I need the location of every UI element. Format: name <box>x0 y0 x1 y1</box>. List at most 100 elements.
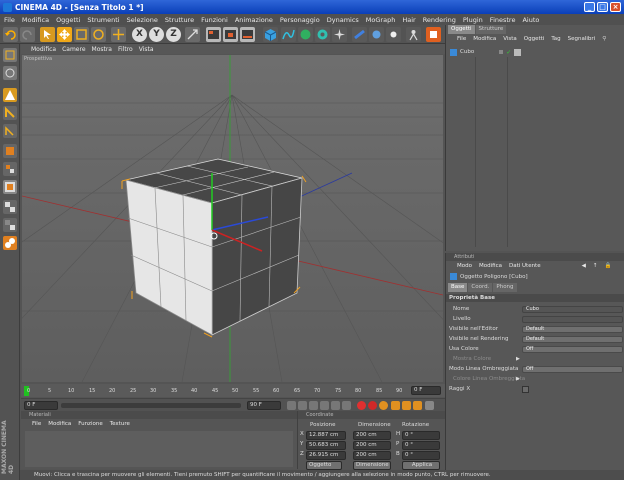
tab-phong[interactable]: Phong <box>493 283 517 292</box>
size-mode-dropdown[interactable]: Dimensione <box>353 461 391 470</box>
make-editable-icon[interactable] <box>3 48 17 62</box>
array-icon[interactable] <box>315 27 330 42</box>
spline-pen-icon[interactable] <box>281 27 296 42</box>
deformer-icon[interactable] <box>332 27 347 42</box>
materials-menu-modifica[interactable]: Modifica <box>48 421 71 427</box>
render-region-icon[interactable] <box>223 27 238 42</box>
texture-mode-icon[interactable] <box>3 124 17 138</box>
objects-menu-segnalibri[interactable]: Segnalibri <box>568 36 596 42</box>
viewport-menu-filtro[interactable]: Filtro <box>118 46 133 53</box>
materials-menu-funzione[interactable]: Funzione <box>78 421 102 427</box>
cube-primitive-icon[interactable] <box>263 27 278 42</box>
phong-tag-icon[interactable] <box>514 48 522 56</box>
rotate-tool-icon[interactable] <box>91 27 106 42</box>
close-button[interactable]: × <box>610 2 621 12</box>
objects-menu-oggetti[interactable]: Oggetti <box>524 36 545 42</box>
objects-menu-vista[interactable]: Vista <box>503 36 517 42</box>
menu-selezione[interactable]: Selezione <box>127 16 158 24</box>
frame-range-slider[interactable] <box>61 403 241 408</box>
minimize-button[interactable]: _ <box>584 2 595 12</box>
camera-icon[interactable] <box>369 27 384 42</box>
transform-tool-icon[interactable] <box>111 27 126 42</box>
record-icon[interactable] <box>357 401 366 410</box>
enabled-check-icon[interactable]: ✓ <box>506 49 511 55</box>
objects-menu-file[interactable]: File <box>457 36 466 42</box>
position-x-field[interactable]: 12.887 cm <box>306 431 346 440</box>
hair-icon[interactable] <box>426 27 441 42</box>
name-field[interactable]: Cubo <box>522 306 623 313</box>
materials-menu-texture[interactable]: Texture <box>110 421 130 427</box>
menu-file[interactable]: File <box>4 16 15 24</box>
use-color-dropdown[interactable]: Off <box>522 346 623 353</box>
rotation-b-field[interactable]: 0 ° <box>402 451 440 460</box>
y-axis-toggle[interactable]: Y <box>149 27 164 42</box>
menu-aiuto[interactable]: Aiuto <box>522 16 539 24</box>
tab-coord[interactable]: Coord. <box>468 283 493 292</box>
redo-icon[interactable] <box>20 27 35 42</box>
object-list-item[interactable]: Cubo ✓ <box>450 47 622 57</box>
layer-field[interactable] <box>522 316 623 323</box>
scene-icon[interactable] <box>352 27 367 42</box>
rotation-h-field[interactable]: 0 ° <box>402 431 440 440</box>
points-mode-icon[interactable] <box>3 162 17 176</box>
objects-menu-tag[interactable]: Tag <box>551 36 560 42</box>
render-view-icon[interactable] <box>206 27 221 42</box>
menu-hair[interactable]: Hair <box>402 16 415 24</box>
position-z-field[interactable]: 26.915 cm <box>306 451 346 460</box>
editor-visibility-dropdown[interactable]: Default <box>522 326 623 333</box>
render-visibility-dropdown[interactable]: Default <box>522 336 623 343</box>
use-model-tool-icon[interactable] <box>3 66 17 80</box>
apply-button[interactable]: Applica <box>402 461 440 470</box>
menu-dynamics[interactable]: Dynamics <box>327 16 359 24</box>
objects-menu-modifica[interactable]: Modifica <box>473 36 496 42</box>
character-icon[interactable] <box>406 27 421 42</box>
materials-menu-file[interactable]: File <box>32 421 41 427</box>
texture-axis-icon[interactable] <box>3 144 17 158</box>
start-frame-field[interactable]: 0 F <box>24 401 58 410</box>
size-y-field[interactable]: 200 cm <box>353 441 391 450</box>
model-mode-icon[interactable] <box>3 88 17 102</box>
expand-arrow-icon[interactable]: ▶ <box>516 375 520 384</box>
size-z-field[interactable]: 200 cm <box>353 451 391 460</box>
shaded-line-mode-dropdown[interactable]: Off <box>522 366 623 373</box>
tab-oggetti[interactable]: Oggetti <box>448 25 475 34</box>
viewport-menu-mostra[interactable]: Mostra <box>92 46 112 53</box>
menu-personaggio[interactable]: Personaggio <box>280 16 320 24</box>
maximize-button[interactable]: □ <box>597 2 608 12</box>
goto-end-icon[interactable] <box>342 401 351 410</box>
object-name[interactable]: Cubo <box>460 49 474 55</box>
snap-icon[interactable] <box>3 236 17 250</box>
z-axis-toggle[interactable]: Z <box>166 27 181 42</box>
rotation-p-field[interactable]: 0 ° <box>402 441 440 450</box>
menu-plugin[interactable]: Plugin <box>463 16 483 24</box>
timeline-ruler[interactable]: 0 5 10 15 20 25 30 35 40 45 50 55 60 65 … <box>21 384 445 397</box>
attributes-menu-dati-utente[interactable]: Dati Utente <box>509 263 541 269</box>
search-icon[interactable]: ⚲ <box>602 36 606 42</box>
menu-strutture[interactable]: Strutture <box>165 16 194 24</box>
play-forward-icon[interactable] <box>320 401 329 410</box>
menu-animazione[interactable]: Animazione <box>235 16 273 24</box>
menu-mograph[interactable]: MoGraph <box>366 16 396 24</box>
workplane-icon[interactable] <box>3 218 17 232</box>
edges-mode-icon[interactable] <box>3 180 17 194</box>
playback-options-icon[interactable] <box>425 401 434 410</box>
key-position-icon[interactable] <box>391 401 400 410</box>
viewport-menu-camere[interactable]: Camere <box>62 46 85 53</box>
undo-icon[interactable] <box>3 27 18 42</box>
play-backward-icon[interactable] <box>309 401 318 410</box>
lock-icon[interactable]: 🔒 <box>604 263 611 269</box>
viewport-menu-modifica[interactable]: Modifica <box>31 46 56 53</box>
autokey-icon[interactable] <box>368 401 377 410</box>
menu-modifica[interactable]: Modifica <box>22 16 49 24</box>
perspective-viewport[interactable]: Prospettiva <box>22 55 443 382</box>
xray-checkbox[interactable] <box>522 386 529 393</box>
size-x-field[interactable]: 200 cm <box>353 431 391 440</box>
end-frame-field[interactable]: 90 F <box>247 401 281 410</box>
keyframe-selection-icon[interactable] <box>379 401 388 410</box>
position-y-field[interactable]: 50.683 cm <box>306 441 346 450</box>
up-arrow-icon[interactable]: ↑ <box>593 263 598 269</box>
menu-rendering[interactable]: Rendering <box>423 16 456 24</box>
nurbs-icon[interactable] <box>298 27 313 42</box>
polygons-mode-icon[interactable] <box>3 200 17 214</box>
menu-oggetti[interactable]: Oggetti <box>56 16 80 24</box>
